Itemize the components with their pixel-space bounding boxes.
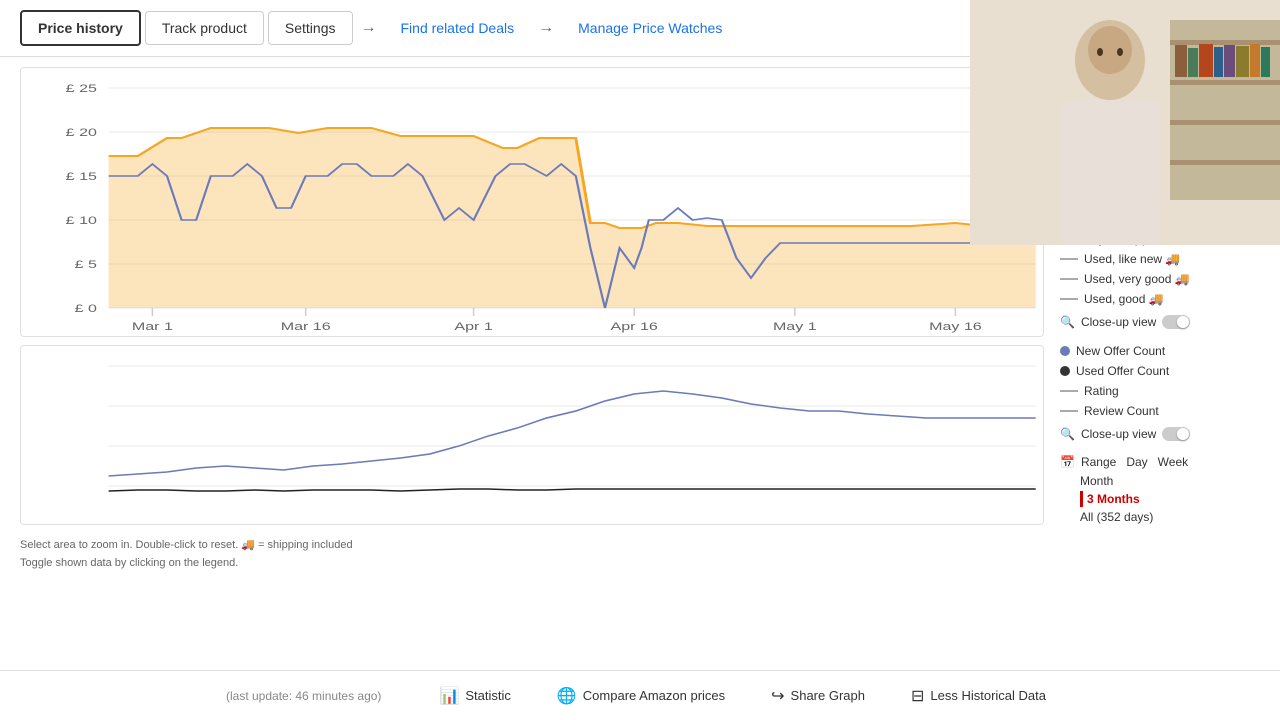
svg-text:£ 5: £ 5 xyxy=(75,258,98,270)
range-3months[interactable]: 3 Months xyxy=(1080,491,1260,507)
legend-new-offer-count-label: New Offer Count xyxy=(1076,344,1165,358)
legend-used-offer-count-label: Used Offer Count xyxy=(1076,364,1169,378)
tab-track-product[interactable]: Track product xyxy=(145,11,264,45)
range-week-option[interactable]: Week xyxy=(1158,455,1188,469)
svg-text:£ 20: £ 20 xyxy=(66,126,98,138)
range-day-option[interactable]: Day xyxy=(1126,455,1147,469)
legend-used-good-label: Used, good 🚚 xyxy=(1084,292,1164,306)
closeup-label-2: Close-up view xyxy=(1081,427,1156,441)
compare-icon: 🌐 xyxy=(557,686,577,706)
legend-review-count[interactable]: Review Count xyxy=(1060,403,1260,419)
closeup-search-icon-1: 🔍 xyxy=(1060,315,1075,329)
closeup-toggle-2-row: 🔍 Close-up view xyxy=(1060,427,1260,441)
tab-manage-price-watches[interactable]: Manage Price Watches xyxy=(562,12,738,44)
price-chart[interactable]: £ 25 £ 20 £ 15 £ 10 £ 5 £ 0 Mar 1 Mar 16… xyxy=(20,67,1044,337)
last-update-text: (last update: 46 minutes ago) xyxy=(226,689,381,703)
bottom-bar: (last update: 46 minutes ago) 📊 Statisti… xyxy=(0,670,1280,720)
svg-text:£ 25: £ 25 xyxy=(66,82,98,94)
tab-settings[interactable]: Settings xyxy=(268,11,353,45)
statistic-label: Statistic xyxy=(465,688,511,703)
chart-area: £ 25 £ 20 £ 15 £ 10 £ 5 £ 0 Mar 1 Mar 16… xyxy=(20,67,1044,661)
range-month[interactable]: Month xyxy=(1080,473,1260,489)
closeup-toggle-1[interactable] xyxy=(1162,315,1190,329)
rating-dash xyxy=(1060,390,1078,392)
used-good-dash xyxy=(1060,298,1078,300)
svg-text:£ 15: £ 15 xyxy=(66,170,98,182)
share-graph-button[interactable]: ↪ Share Graph xyxy=(763,682,873,710)
review-count-dash xyxy=(1060,410,1078,412)
legend-used-like-new-label: Used, like new 🚚 xyxy=(1084,252,1180,266)
svg-text:May 1: May 1 xyxy=(773,320,817,332)
range-section: 📅 Range Day Week Month 3 Months All (352… xyxy=(1060,455,1260,525)
range-all[interactable]: All (352 days) xyxy=(1080,509,1260,525)
statistic-icon: 📊 xyxy=(439,686,459,706)
compare-amazon-button[interactable]: 🌐 Compare Amazon prices xyxy=(549,682,733,710)
svg-text:£ 0: £ 0 xyxy=(75,302,98,314)
statistic-button[interactable]: 📊 Statistic xyxy=(431,682,518,710)
closeup-label-1: Close-up view xyxy=(1081,315,1156,329)
tab-price-history[interactable]: Price history xyxy=(20,10,141,46)
svg-text:Apr 16: Apr 16 xyxy=(611,320,659,332)
share-icon: ↪ xyxy=(771,686,784,706)
historical-label: Less Historical Data xyxy=(930,688,1046,703)
closeup-toggle-1-row: 🔍 Close-up view xyxy=(1060,315,1260,329)
closeup-search-icon-2: 🔍 xyxy=(1060,427,1075,441)
used-offer-count-dot xyxy=(1060,366,1070,376)
video-placeholder xyxy=(970,0,1280,245)
new-offer-count-dot xyxy=(1060,346,1070,356)
svg-text:£ 10: £ 10 xyxy=(66,214,98,226)
video-overlay xyxy=(970,0,1280,245)
range-label: Range xyxy=(1081,455,1116,469)
used-very-good-dash xyxy=(1060,278,1078,280)
svg-text:Apr 1: Apr 1 xyxy=(454,320,492,332)
svg-text:May 16: May 16 xyxy=(929,320,982,332)
legend-used-very-good[interactable]: Used, very good 🚚 xyxy=(1060,271,1260,287)
legend-new-offer-count[interactable]: New Offer Count xyxy=(1060,343,1260,359)
closeup-toggle-2[interactable] xyxy=(1162,427,1190,441)
legend-rating-label: Rating xyxy=(1084,384,1119,398)
historical-icon: ⊟ xyxy=(911,686,924,706)
chart-hints: Select area to zoom in. Double-click to … xyxy=(20,537,1044,572)
calendar-icon: 📅 xyxy=(1060,455,1075,469)
range-header: 📅 Range Day Week xyxy=(1060,455,1260,469)
svg-text:Mar 1: Mar 1 xyxy=(132,320,173,332)
arrow-icon-2: → xyxy=(534,19,558,37)
legend-rating[interactable]: Rating xyxy=(1060,383,1260,399)
legend-used-offer-count[interactable]: Used Offer Count xyxy=(1060,363,1260,379)
arrow-icon-1: → xyxy=(357,19,381,37)
tab-find-related-deals[interactable]: Find related Deals xyxy=(385,12,531,44)
svg-text:Mar 16: Mar 16 xyxy=(281,320,331,332)
legend-used-good[interactable]: Used, good 🚚 xyxy=(1060,291,1260,307)
legend-used-like-new[interactable]: Used, like new 🚚 xyxy=(1060,251,1260,267)
legend-review-count-label: Review Count xyxy=(1084,404,1159,418)
legend-used-very-good-label: Used, very good 🚚 xyxy=(1084,272,1190,286)
used-like-new-dash xyxy=(1060,258,1078,260)
compare-label: Compare Amazon prices xyxy=(583,688,725,703)
less-historical-data-button[interactable]: ⊟ Less Historical Data xyxy=(903,682,1054,710)
share-label: Share Graph xyxy=(791,688,865,703)
offer-count-chart[interactable] xyxy=(20,345,1044,525)
range-options: Month 3 Months All (352 days) xyxy=(1080,473,1260,525)
